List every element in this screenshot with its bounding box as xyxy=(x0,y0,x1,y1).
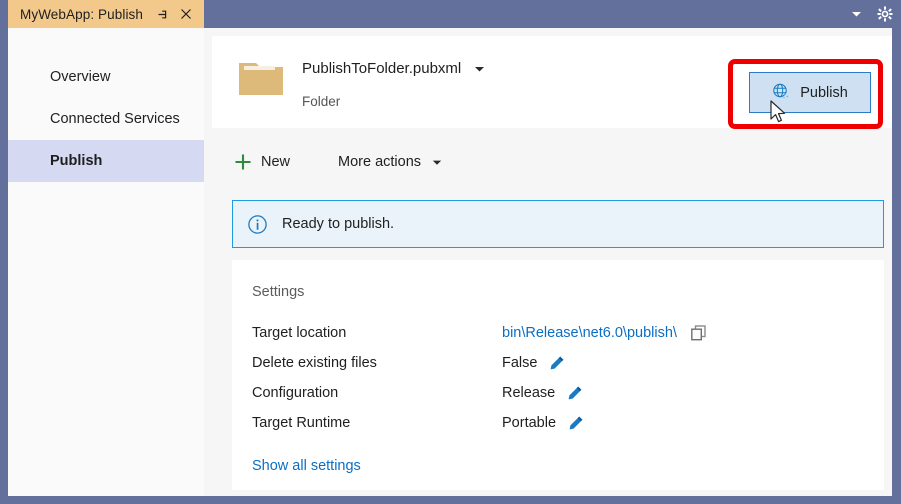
settings-row-label: Target location xyxy=(252,325,347,341)
configuration-value: Release xyxy=(502,385,556,401)
sidebar: Overview Connected Services Publish xyxy=(8,28,204,496)
settings-card: Settings Target location bin\Release\net… xyxy=(232,260,884,490)
status-banner-text: Ready to publish. xyxy=(282,216,395,232)
sidebar-item-label: Publish xyxy=(50,153,103,169)
sidebar-item-publish[interactable]: Publish xyxy=(8,140,204,182)
window-body: Overview Connected Services Publish Publ… xyxy=(8,28,892,496)
publish-button-label: Publish xyxy=(800,84,848,101)
delete-existing-files-value: False xyxy=(502,355,538,371)
pencil-icon[interactable] xyxy=(549,355,565,371)
copy-icon[interactable] xyxy=(691,325,706,341)
globe-publish-icon xyxy=(772,83,791,102)
settings-row-label: Delete existing files xyxy=(252,355,377,371)
publish-window: MyWebApp: Publish Overview Connected Ser… xyxy=(0,0,901,504)
title-bar-actions xyxy=(849,0,893,28)
info-icon xyxy=(247,214,268,235)
pencil-icon[interactable] xyxy=(568,415,584,431)
settings-row-label: Configuration xyxy=(252,385,339,401)
plus-icon xyxy=(234,153,252,171)
new-profile-label: New xyxy=(261,154,291,170)
title-bar: MyWebApp: Publish xyxy=(0,0,901,28)
chevron-down-icon[interactable] xyxy=(849,7,863,21)
profile-name-row[interactable]: PublishToFolder.pubxml xyxy=(302,60,485,77)
settings-title: Settings xyxy=(252,284,305,300)
chevron-down-icon[interactable] xyxy=(473,63,485,75)
actions-toolbar: New More actions xyxy=(204,138,892,186)
gear-icon[interactable] xyxy=(877,6,893,22)
settings-row-label: Target Runtime xyxy=(252,415,351,431)
folder-icon xyxy=(238,58,284,98)
settings-row-delete-existing-files: Delete existing files False xyxy=(252,348,864,378)
close-icon[interactable] xyxy=(179,7,193,21)
settings-row-configuration: Configuration Release xyxy=(252,378,864,408)
settings-row-target-runtime: Target Runtime Portable xyxy=(252,408,864,438)
document-tab[interactable]: MyWebApp: Publish xyxy=(8,0,205,28)
profile-header-card: PublishToFolder.pubxml Folder Publish xyxy=(212,36,892,129)
pin-icon[interactable] xyxy=(155,7,169,21)
settings-row-target-location: Target location bin\Release\net6.0\publi… xyxy=(252,318,864,348)
new-profile-button[interactable]: New xyxy=(234,153,290,171)
pencil-icon[interactable] xyxy=(567,385,583,401)
sidebar-item-label: Overview xyxy=(50,69,111,85)
show-all-settings-link[interactable]: Show all settings xyxy=(252,458,361,474)
profile-type-label: Folder xyxy=(302,94,341,109)
publish-button[interactable]: Publish xyxy=(749,72,871,113)
chevron-down-icon[interactable] xyxy=(431,157,442,168)
more-actions-label: More actions xyxy=(338,154,422,170)
target-runtime-value: Portable xyxy=(502,415,557,431)
document-tab-label: MyWebApp: Publish xyxy=(20,6,144,22)
more-actions-button[interactable]: More actions xyxy=(338,154,442,170)
sidebar-item-overview[interactable]: Overview xyxy=(8,56,204,98)
settings-rows: Target location bin\Release\net6.0\publi… xyxy=(252,318,864,438)
target-location-value[interactable]: bin\Release\net6.0\publish\ xyxy=(502,325,677,341)
status-banner: Ready to publish. xyxy=(232,200,884,248)
sidebar-item-connected-services[interactable]: Connected Services xyxy=(8,98,204,140)
content-area: PublishToFolder.pubxml Folder Publish Ne… xyxy=(204,28,892,496)
sidebar-item-label: Connected Services xyxy=(50,111,180,127)
profile-name: PublishToFolder.pubxml xyxy=(302,60,462,77)
